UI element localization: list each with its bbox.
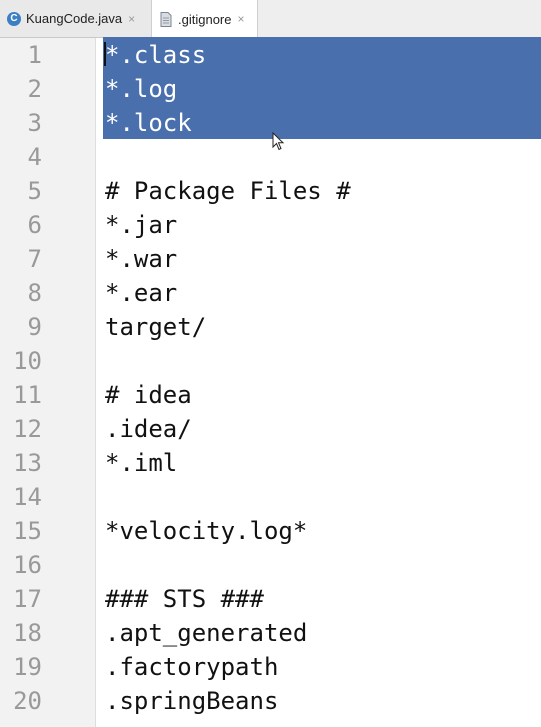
code-text[interactable]: *.ear	[105, 276, 177, 310]
code-text[interactable]: *.class	[105, 38, 206, 72]
code-line[interactable]: 10	[0, 344, 541, 378]
line-number: 2	[27, 75, 42, 103]
line-number: 9	[27, 313, 42, 341]
code-line[interactable]: 17 ### STS ###	[0, 582, 541, 616]
code-text[interactable]: *.log	[105, 72, 177, 106]
line-number: 12	[13, 415, 42, 443]
code-line[interactable]: 14	[0, 480, 541, 514]
code-text[interactable]: target/	[105, 310, 206, 344]
line-number: 16	[13, 551, 42, 579]
code-text[interactable]: *.iml	[105, 446, 177, 480]
code-text[interactable]: *.lock	[105, 106, 192, 140]
code-line[interactable]: 9 target/	[0, 310, 541, 344]
editor-tab-bar: C KuangCode.java × .gitignore ×	[0, 0, 541, 38]
code-text[interactable]: .apt_generated	[105, 616, 307, 650]
line-number: 20	[13, 687, 42, 715]
code-text[interactable]: # Package Files #	[105, 174, 351, 208]
code-line[interactable]: 8 *.ear	[0, 276, 541, 310]
tab-kuangcode-java[interactable]: C KuangCode.java ×	[0, 0, 152, 37]
tab-label: .gitignore	[178, 11, 232, 27]
code-line[interactable]: 15 *velocity.log*	[0, 514, 541, 548]
code-text[interactable]: ### STS ###	[105, 582, 264, 616]
line-number: 7	[27, 245, 42, 273]
code-line[interactable]: 7 *.war	[0, 242, 541, 276]
line-number: 11	[13, 381, 42, 409]
code-text[interactable]: *.jar	[105, 208, 177, 242]
code-line[interactable]: 11 # idea	[0, 378, 541, 412]
line-number: 15	[13, 517, 42, 545]
line-number: 13	[13, 449, 42, 477]
code-text[interactable]: .factorypath	[105, 650, 278, 684]
line-number: 4	[27, 143, 42, 171]
code-line[interactable]: 6 *.jar	[0, 208, 541, 242]
line-number: 1	[27, 41, 42, 69]
java-class-icon: C	[7, 11, 21, 26]
code-text[interactable]: # idea	[105, 378, 192, 412]
code-text[interactable]: .idea/	[105, 412, 192, 446]
code-line[interactable]: 20 .springBeans	[0, 684, 541, 718]
code-line[interactable]: 18 .apt_generated	[0, 616, 541, 650]
line-number: 8	[27, 279, 42, 307]
tab-label: KuangCode.java	[26, 11, 123, 26]
line-number: 6	[27, 211, 42, 239]
line-number: 17	[13, 585, 42, 613]
code-line[interactable]: 13 *.iml	[0, 446, 541, 480]
code-line[interactable]: 5 # Package Files #	[0, 174, 541, 208]
line-number: 14	[13, 483, 42, 511]
code-line[interactable]: 2 *.log	[0, 72, 541, 106]
code-line[interactable]: 16	[0, 548, 541, 582]
code-line[interactable]: 3 *.lock	[0, 106, 541, 140]
code-line[interactable]: 4	[0, 140, 541, 174]
close-icon[interactable]: ×	[128, 12, 135, 26]
line-number: 19	[13, 653, 42, 681]
code-text[interactable]: *velocity.log*	[105, 514, 307, 548]
code-text[interactable]: *.war	[105, 242, 177, 276]
line-number: 5	[27, 177, 42, 205]
code-line[interactable]: 19 .factorypath	[0, 650, 541, 684]
text-caret	[104, 42, 106, 66]
code-text[interactable]: .springBeans	[105, 684, 278, 718]
mouse-cursor-icon	[272, 132, 285, 151]
line-number: 3	[27, 109, 42, 137]
file-icon	[160, 11, 172, 27]
tab-gitignore[interactable]: .gitignore ×	[152, 0, 258, 38]
line-number: 18	[13, 619, 42, 647]
code-line[interactable]: 1 *.class	[0, 38, 541, 72]
line-number: 10	[13, 347, 42, 375]
close-icon[interactable]: ×	[237, 12, 244, 26]
code-line[interactable]: 12 .idea/	[0, 412, 541, 446]
